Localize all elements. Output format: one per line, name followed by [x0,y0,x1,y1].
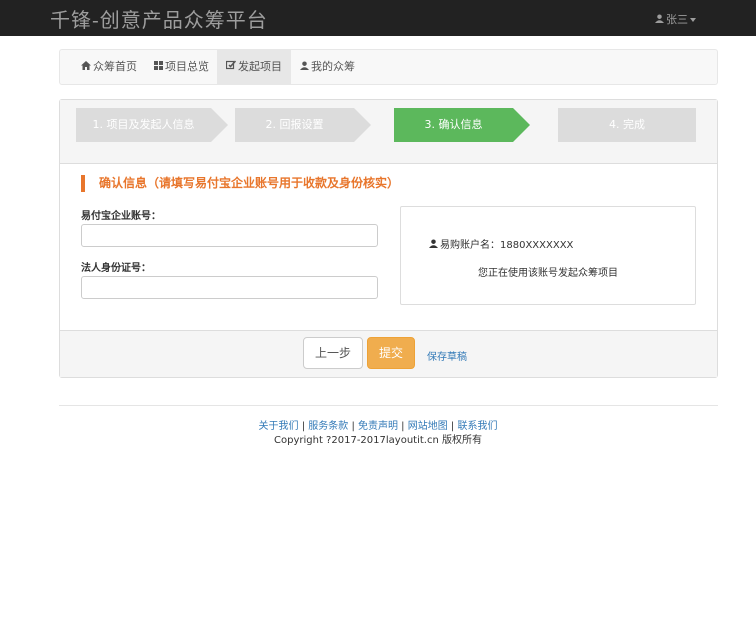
user-name: 张三 [666,13,688,26]
home-icon [81,51,91,85]
tab-label: 发起项目 [238,60,282,73]
top-navbar: 千锋-创意产品众筹平台 张三 [0,0,756,36]
account-note: 您正在使用该账号发起众筹项目 [478,268,618,279]
site-brand[interactable]: 千锋-创意产品众筹平台 [50,4,268,33]
account-info-box: 易购账户名：1880XXXXXXX 您正在使用该账号发起众筹项目 [400,206,696,305]
alipay-account-input[interactable] [81,224,378,247]
footer-divider [59,405,718,406]
submit-button[interactable]: 提交 [367,337,415,369]
progress-steps: 1. 项目及发起人信息 2. 回报设置 3. 确认信息 4. 完成 [60,100,717,164]
user-icon [655,14,664,26]
footer-links: 关于我们 | 服务条款 | 免责声明 | 网站地图 | 联系我们 [258,421,498,432]
account-line: 易购账户名：1880XXXXXXX [429,236,573,251]
step-1: 1. 项目及发起人信息 [76,108,228,142]
alipay-account-label: 易付宝企业账号： [81,211,161,222]
main-nav-tabs: 众筹首页 项目总览 发起项目 我的众筹 [59,49,718,85]
tab-overview[interactable]: 项目总览 [145,50,218,84]
tab-label: 项目总览 [165,60,209,73]
step-3-active: 3. 确认信息 [394,108,530,142]
action-bar: 上一步 提交 保存草稿 [60,330,717,377]
legal-id-label: 法人身份证号： [81,263,151,274]
tab-launch-project[interactable]: 发起项目 [217,50,291,84]
user-menu[interactable]: 张三 [655,11,696,27]
chevron-down-icon [690,18,696,22]
user-icon [429,239,438,251]
account-name-text: 易购账户名：1880XXXXXXX [440,240,574,251]
save-draft-link[interactable]: 保存草稿 [427,348,467,363]
step-4: 4. 完成 [558,108,696,142]
tab-my-crowdfunding[interactable]: 我的众筹 [291,50,364,84]
confirm-panel: 1. 项目及发起人信息 2. 回报设置 3. 确认信息 4. 完成 确认信息（请… [59,99,718,378]
tab-label: 我的众筹 [311,60,355,73]
step-2: 2. 回报设置 [235,108,371,142]
section-title: 确认信息（请填写易付宝企业账号用于收款及身份核实） [81,175,399,192]
tab-home[interactable]: 众筹首页 [72,50,146,84]
prev-step-button[interactable]: 上一步 [303,337,363,369]
tab-label: 众筹首页 [93,60,137,73]
copyright-text: Copyright ?2017-2017layoutit.cn 版权所有 [274,435,482,446]
grid-icon [154,51,163,85]
legal-id-input[interactable] [81,276,378,299]
user-icon [300,51,309,85]
edit-icon [225,51,237,85]
